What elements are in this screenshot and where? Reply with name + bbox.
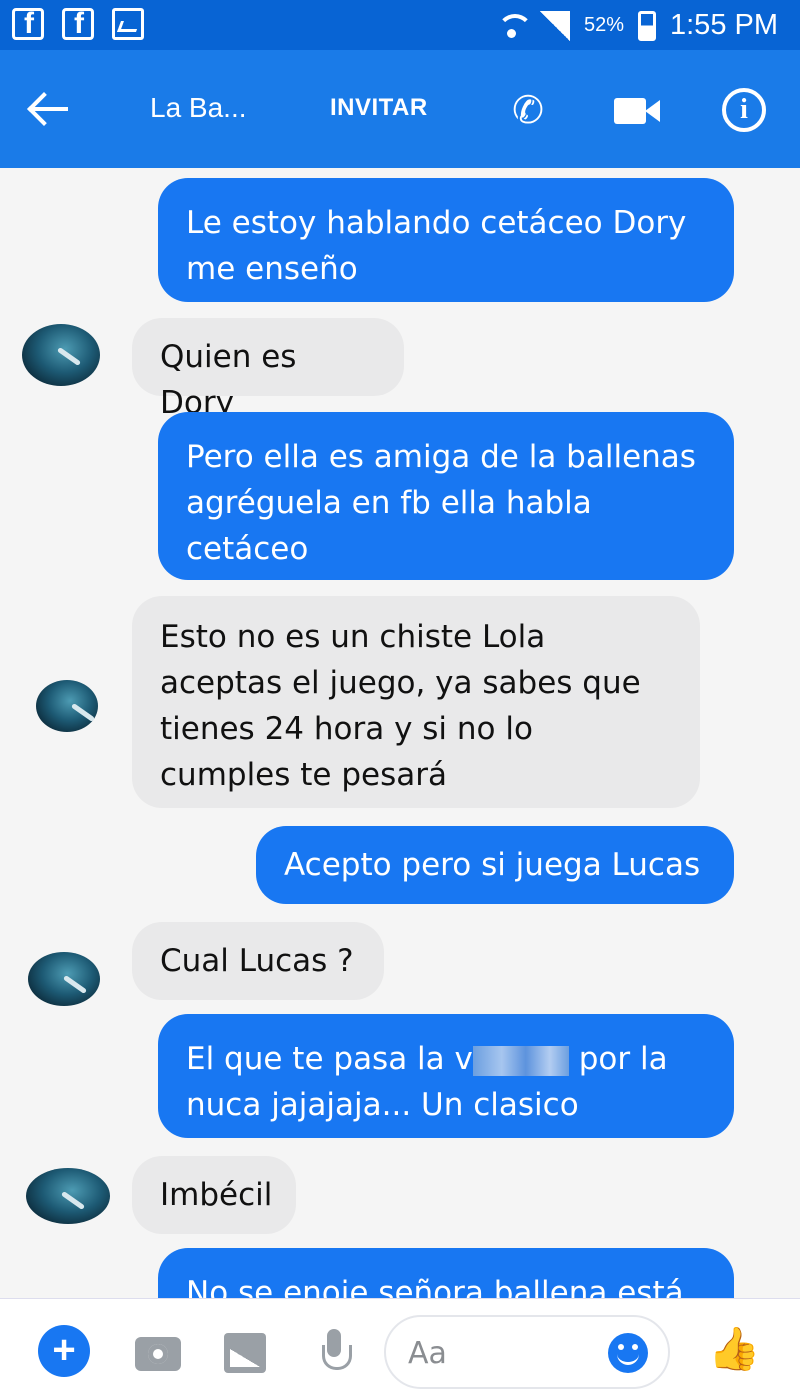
- phone-icon[interactable]: ✆: [506, 88, 550, 132]
- message-text: Acepto pero si juega Lucas: [284, 847, 701, 883]
- invite-button[interactable]: INVITAR: [330, 94, 428, 122]
- contact-avatar[interactable]: [26, 1168, 110, 1224]
- message-bubble-outgoing[interactable]: El que te pasa la v por la nuca jajajaja…: [158, 1014, 734, 1138]
- thumbs-up-icon[interactable]: 👍: [708, 1325, 760, 1373]
- redacted-word: [472, 1045, 569, 1076]
- status-bar: 52% 1:55 PM: [0, 0, 800, 50]
- facebook-icon: [12, 7, 44, 41]
- emoji-icon[interactable]: [608, 1333, 648, 1373]
- message-bubble-incoming[interactable]: Imbécil: [132, 1156, 296, 1234]
- conversation-title[interactable]: La Ba...: [150, 92, 247, 124]
- message-text: Quien es Dory: [160, 339, 297, 421]
- message-bubble-outgoing[interactable]: Acepto pero si juega Lucas: [256, 826, 734, 904]
- message-text: Imbécil: [160, 1177, 273, 1213]
- battery-icon: [638, 10, 656, 41]
- message-input-box[interactable]: [384, 1315, 670, 1389]
- message-bubble-outgoing[interactable]: Le estoy hablando cetáceo Dory me enseño: [158, 178, 734, 302]
- gallery-notification-icon: [112, 8, 144, 40]
- image-icon[interactable]: [224, 1333, 266, 1373]
- signal-icon: [539, 10, 570, 41]
- camera-icon[interactable]: [135, 1337, 181, 1371]
- message-text-start: El que te pasa la v: [186, 1041, 473, 1077]
- message-list[interactable]: Le estoy hablando cetáceo Dory me enseño…: [0, 168, 800, 1298]
- clock: 1:55 PM: [670, 9, 778, 41]
- message-text: No se enoje señora ballena está: [186, 1275, 684, 1298]
- facebook-icon: [62, 7, 94, 41]
- wifi-icon: [496, 11, 533, 41]
- message-bubble-outgoing[interactable]: No se enoje señora ballena está: [158, 1248, 734, 1298]
- contact-avatar[interactable]: [22, 324, 100, 386]
- message-bubble-incoming[interactable]: Cual Lucas ?: [132, 922, 384, 1000]
- message-bubble-incoming[interactable]: Esto no es un chiste Lola aceptas el jue…: [132, 596, 700, 808]
- message-text: Le estoy hablando cetáceo Dory me enseño: [186, 205, 687, 287]
- message-text: Pero ella es amiga de la ballenas agrégu…: [186, 439, 696, 567]
- message-composer: + 👍: [0, 1298, 800, 1399]
- message-bubble-outgoing[interactable]: Pero ella es amiga de la ballenas agrégu…: [158, 412, 734, 580]
- back-arrow-icon[interactable]: [28, 88, 70, 130]
- message-text: Cual Lucas ?: [160, 943, 354, 979]
- notification-icons: [12, 7, 144, 41]
- conversation-header: La Ba... INVITAR ✆ i: [0, 50, 800, 168]
- contact-avatar[interactable]: [36, 680, 98, 732]
- message-text: Esto no es un chiste Lola aceptas el jue…: [160, 619, 641, 793]
- microphone-icon[interactable]: [320, 1329, 352, 1375]
- message-bubble-incoming[interactable]: Quien es Dory: [132, 318, 404, 421]
- battery-percent: 52%: [583, 14, 624, 36]
- system-indicators: 52% 1:55 PM: [496, 9, 778, 42]
- contact-avatar[interactable]: [28, 952, 100, 1006]
- message-input[interactable]: [408, 1333, 588, 1373]
- video-camera-icon[interactable]: [614, 96, 660, 126]
- plus-icon[interactable]: +: [38, 1325, 90, 1377]
- info-icon[interactable]: i: [722, 88, 766, 132]
